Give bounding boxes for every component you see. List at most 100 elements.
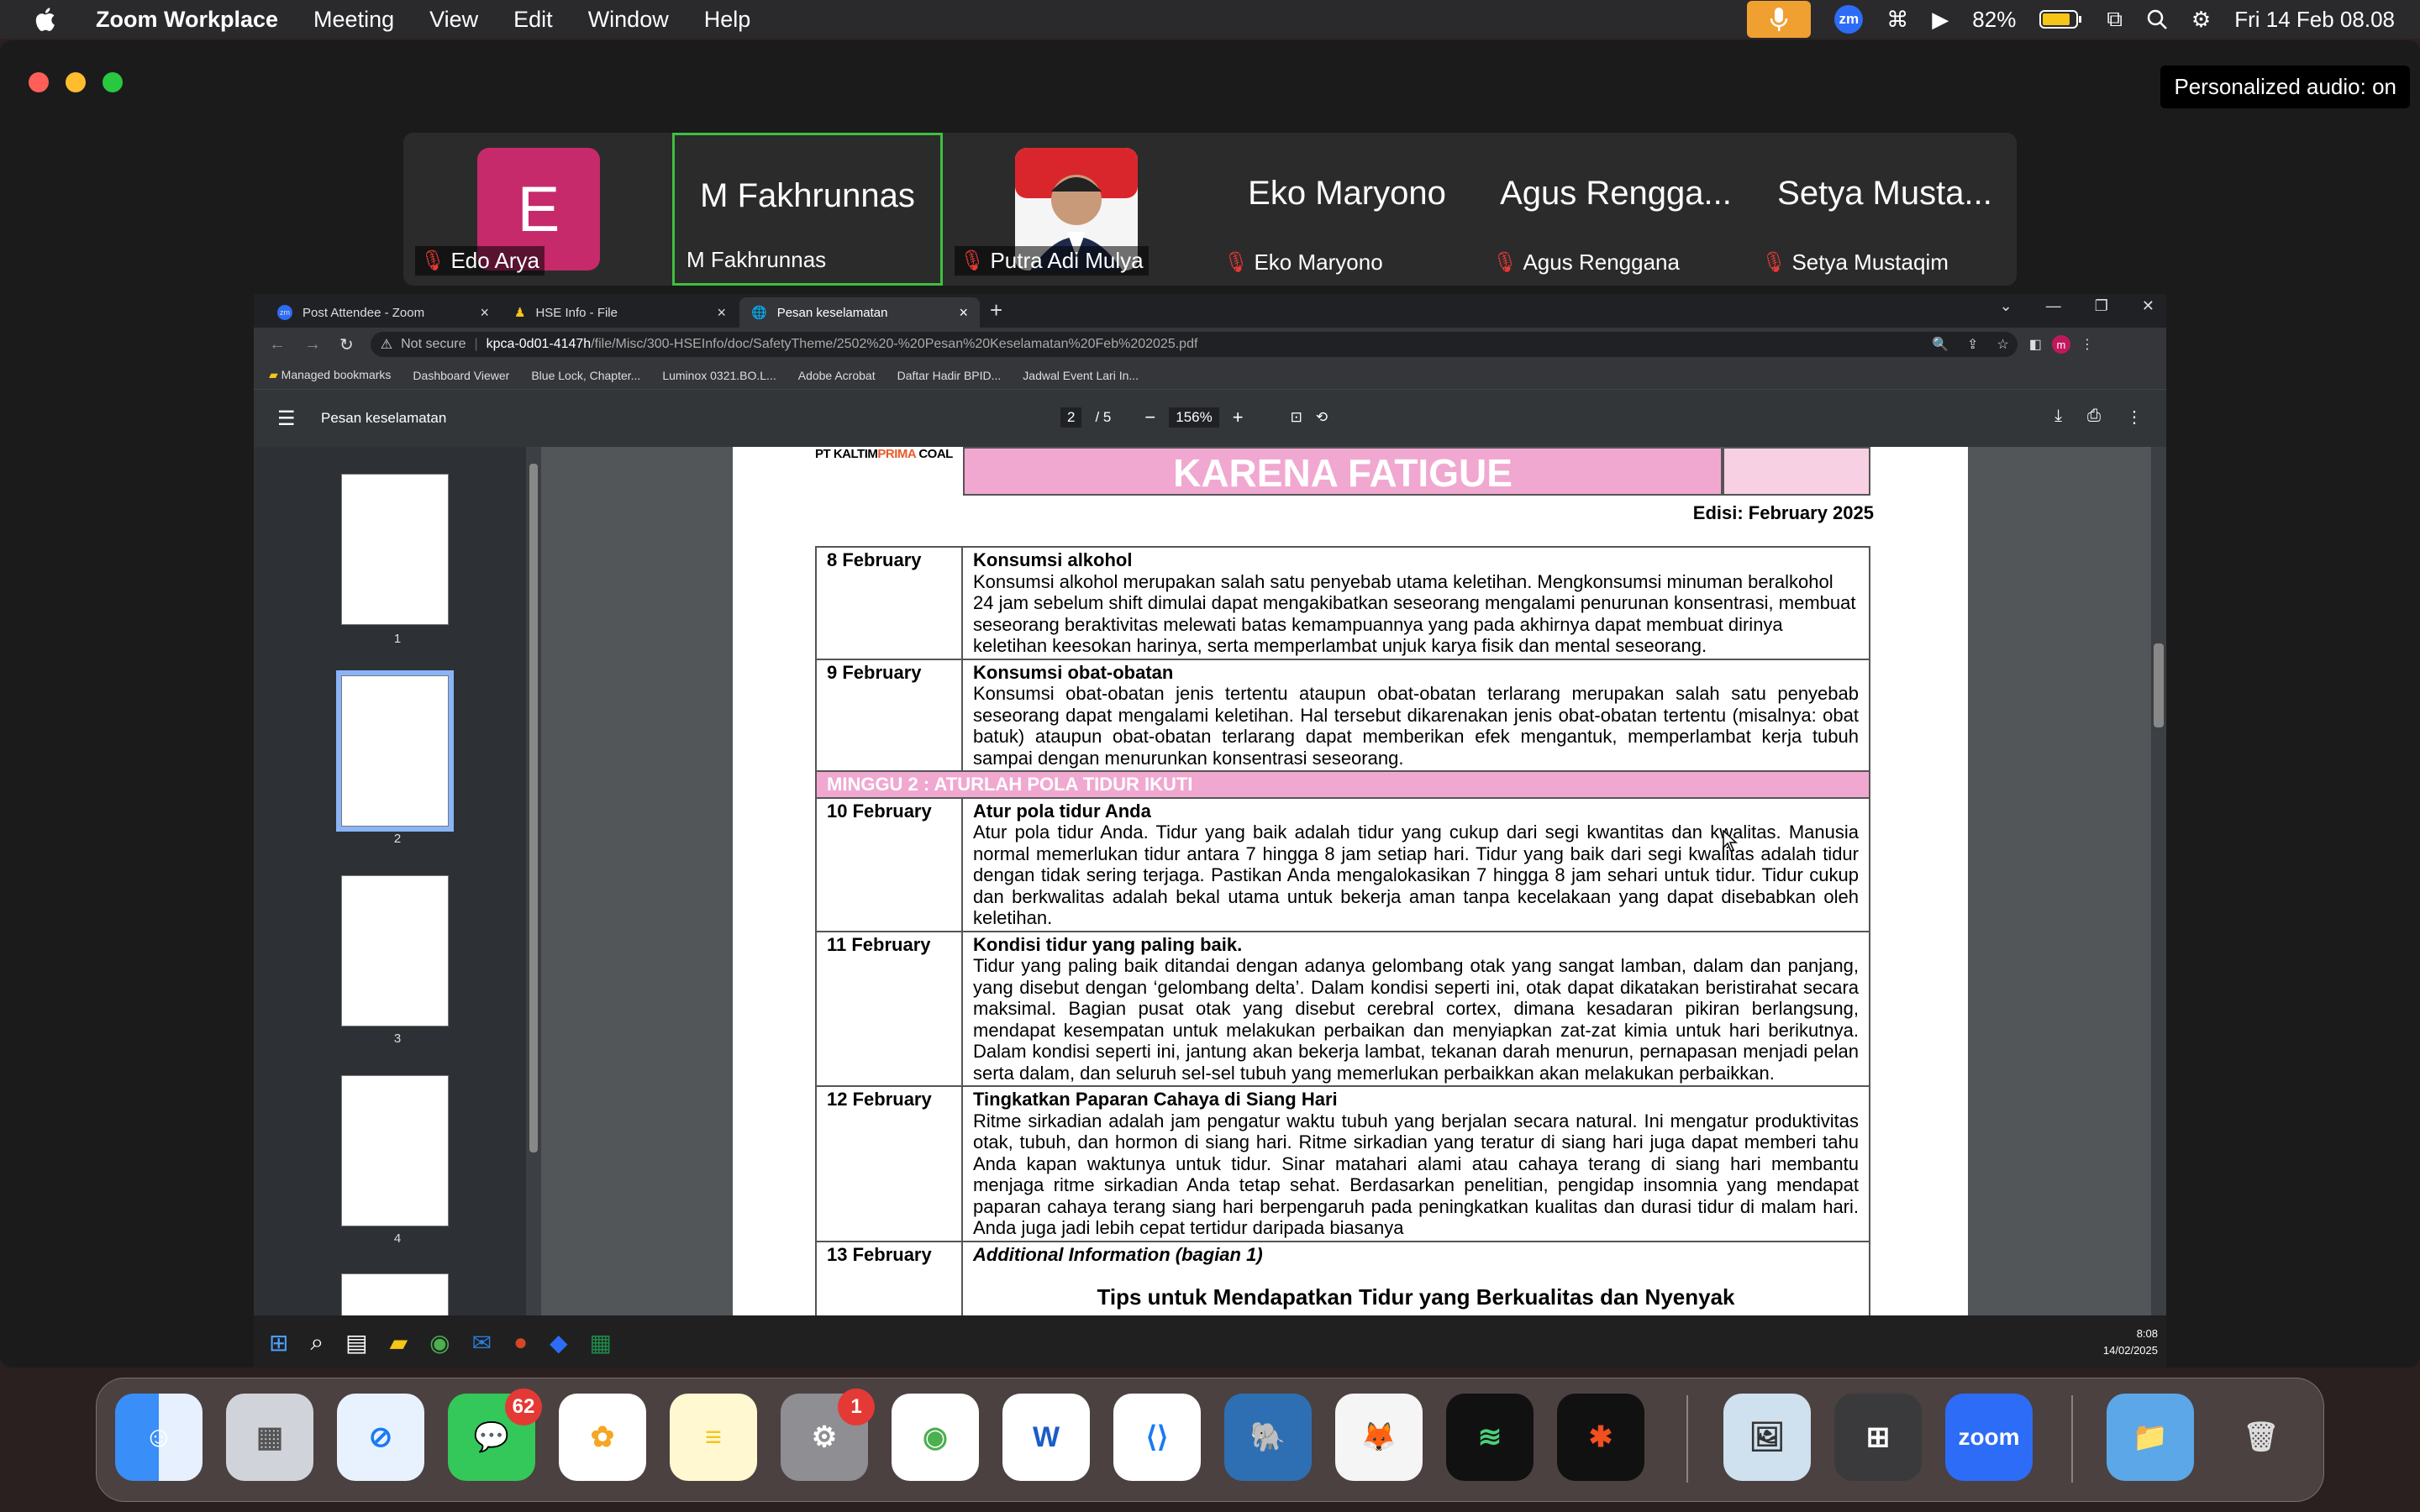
spotify-like-app-icon[interactable]: ≋ bbox=[1446, 1394, 1534, 1481]
cyberduck-icon[interactable]: 🦊 bbox=[1335, 1394, 1423, 1481]
thumbnail-label: 4 bbox=[393, 1231, 402, 1246]
system-settings-icon[interactable]: ⚙ 1 bbox=[781, 1389, 875, 1481]
chrome-icon[interactable]: ◉ bbox=[892, 1394, 979, 1481]
zoom-status-icon[interactable]: zm bbox=[1834, 5, 1864, 34]
restore-icon[interactable]: ❐ bbox=[2095, 297, 2108, 315]
omnibox[interactable]: ⚠ Not secure | kpca-0d01-4147h/file/Misc… bbox=[370, 332, 2018, 357]
bookmark-managed[interactable]: ▰ Managed bookmarks bbox=[269, 368, 391, 382]
bookmark-daftar-hadir[interactable]: Daftar Hadir BPID... bbox=[897, 369, 1002, 382]
app-taskbar-icon[interactable]: ◆ bbox=[550, 1329, 568, 1357]
participant-tile[interactable]: Eko Maryono 🎙 Eko Maryono bbox=[1212, 133, 1482, 286]
menubar-clock[interactable]: Fri 14 Feb 08.08 bbox=[2234, 7, 2395, 33]
zoom-in-icon[interactable]: + bbox=[1233, 407, 1244, 428]
close-tab-icon[interactable]: × bbox=[959, 304, 968, 322]
messages-icon[interactable]: 💬 62 bbox=[448, 1389, 542, 1481]
menu-edit[interactable]: Edit bbox=[513, 7, 553, 33]
window-maximize-button[interactable] bbox=[103, 72, 123, 92]
bookmark-star-icon[interactable]: ☆ bbox=[1996, 336, 2008, 353]
side-panel-icon[interactable]: ◧ bbox=[2029, 336, 2042, 353]
sidebar-scrollbar[interactable] bbox=[526, 447, 541, 1315]
excel-taskbar-icon[interactable]: ▦ bbox=[590, 1329, 612, 1357]
fit-page-icon[interactable]: ⊡ bbox=[1291, 409, 1302, 426]
participant-tile[interactable]: Setya Musta... 🎙 Setya Mustaqim bbox=[1749, 133, 2020, 286]
launchpad-icon[interactable]: ▦ bbox=[226, 1394, 313, 1481]
hamburger-menu-icon[interactable]: ☰ bbox=[277, 407, 296, 431]
window-minimize-button[interactable] bbox=[66, 72, 86, 92]
figma-icon[interactable]: ✱ bbox=[1557, 1394, 1644, 1481]
bookmark-dashboard-viewer[interactable]: Dashboard Viewer bbox=[413, 369, 509, 382]
battery-icon[interactable] bbox=[2039, 9, 2083, 29]
trash-icon[interactable]: 🗑 bbox=[2217, 1394, 2305, 1481]
bookmark-adobe-acrobat[interactable]: Adobe Acrobat bbox=[798, 369, 876, 382]
play-status-icon[interactable]: ▶ bbox=[1932, 7, 1949, 33]
powerpoint-taskbar-icon[interactable]: ● bbox=[513, 1329, 528, 1356]
tab-search-chevron-icon[interactable]: ⌄ bbox=[2000, 297, 2012, 315]
task-view-icon[interactable]: ▤ bbox=[345, 1329, 367, 1357]
more-options-icon[interactable]: ⋮ bbox=[2126, 407, 2143, 428]
figma-status-icon[interactable]: ⌘ bbox=[1886, 7, 1908, 33]
word-icon[interactable]: W bbox=[1002, 1394, 1090, 1481]
close-tab-icon[interactable]: × bbox=[480, 304, 489, 322]
safari-icon[interactable]: ⊘ bbox=[337, 1394, 424, 1481]
tab-pesan-keselamatan[interactable]: 🌐 Pesan keselamatan × bbox=[739, 297, 980, 328]
download-icon[interactable]: ⤓ bbox=[2054, 407, 2062, 428]
thumbnail-page-2[interactable] bbox=[336, 670, 454, 832]
new-tab-button[interactable]: + bbox=[990, 297, 1002, 323]
apple-logo-icon[interactable] bbox=[32, 5, 60, 34]
screen-mirroring-icon[interactable]: ⧉ bbox=[2107, 6, 2123, 33]
taskbar-clock[interactable]: 8:08 14/02/2025 bbox=[2103, 1326, 2158, 1359]
zoom-out-icon[interactable]: − bbox=[1144, 407, 1155, 428]
viewer-scrollbar[interactable] bbox=[2151, 447, 2166, 1315]
vscode-icon[interactable]: ⟨⟩ bbox=[1113, 1394, 1201, 1481]
reload-icon[interactable]: ↻ bbox=[339, 334, 354, 355]
tab-post-attendee-zoom[interactable]: zm Post Attendee - Zoom × bbox=[266, 297, 501, 328]
close-icon[interactable]: ✕ bbox=[2142, 297, 2154, 315]
participant-tile[interactable]: 🎙 Putra Adi Mulya bbox=[943, 133, 1213, 286]
windows-start-icon[interactable]: ⊞ bbox=[269, 1329, 288, 1357]
forward-icon[interactable]: → bbox=[304, 335, 321, 354]
page-number-input[interactable]: 2 bbox=[1060, 407, 1082, 428]
microphone-indicator[interactable] bbox=[1747, 1, 1812, 38]
chrome-menu-icon[interactable]: ⋮ bbox=[2081, 336, 2094, 353]
window-close-button[interactable] bbox=[29, 72, 49, 92]
thumbnail-page-3[interactable] bbox=[341, 875, 449, 1026]
rotate-icon[interactable]: ⟲ bbox=[1316, 409, 1328, 426]
menu-window[interactable]: Window bbox=[588, 7, 669, 33]
participant-tile-active-speaker[interactable]: M Fakhrunnas M Fakhrunnas bbox=[672, 133, 943, 286]
notes-icon[interactable]: ≡ bbox=[670, 1394, 757, 1481]
preview-icon[interactable]: 🖼 bbox=[1723, 1394, 1811, 1481]
thumbnail-page-4[interactable] bbox=[341, 1075, 449, 1226]
close-tab-icon[interactable]: × bbox=[717, 304, 726, 322]
downloads-folder-icon[interactable]: 📁 bbox=[2107, 1394, 2194, 1481]
calculator-icon[interactable]: ⊞ bbox=[1834, 1394, 1922, 1481]
tableplus-elephant-icon[interactable]: 🐘 bbox=[1224, 1394, 1312, 1481]
chrome-taskbar-icon[interactable]: ◉ bbox=[429, 1329, 450, 1357]
participant-tile[interactable]: E 🎙 Edo Arya bbox=[403, 133, 674, 286]
outlook-taskbar-icon[interactable]: ✉ bbox=[472, 1329, 492, 1357]
share-icon[interactable]: ⇪ bbox=[1967, 336, 1978, 353]
app-menu-zoom[interactable]: Zoom Workplace bbox=[96, 7, 278, 33]
profile-avatar[interactable]: m bbox=[2051, 335, 2070, 354]
finder-icon[interactable]: ☺ bbox=[115, 1394, 203, 1481]
thumbnail-page-1[interactable] bbox=[341, 474, 449, 625]
bookmark-luminox[interactable]: Luminox 0321.BO.L... bbox=[662, 369, 776, 382]
minimize-icon[interactable]: — bbox=[2046, 297, 2061, 315]
spotlight-search-icon[interactable] bbox=[2146, 8, 2168, 30]
zoom-level-input[interactable]: 156% bbox=[1169, 407, 1219, 428]
bookmark-jadwal-event[interactable]: Jadwal Event Lari In... bbox=[1023, 369, 1139, 382]
search-icon[interactable]: ⌕ bbox=[310, 1329, 324, 1357]
print-icon[interactable]: ⎙ bbox=[2087, 407, 2101, 428]
participant-tile[interactable]: Agus Rengga... 🎙 Agus Renggana bbox=[1481, 133, 1751, 286]
control-center-icon[interactable]: ⚙ bbox=[2191, 7, 2211, 33]
file-explorer-icon[interactable]: ▰ bbox=[390, 1329, 408, 1357]
zoom-icon[interactable]: zoom bbox=[1945, 1394, 2033, 1481]
thumbnail-page-5[interactable] bbox=[341, 1273, 449, 1315]
zoom-lens-icon[interactable]: 🔍 bbox=[1932, 336, 1949, 353]
menu-help[interactable]: Help bbox=[704, 7, 751, 33]
back-icon[interactable]: ← bbox=[269, 335, 286, 354]
menu-meeting[interactable]: Meeting bbox=[313, 7, 394, 33]
bookmark-blue-lock[interactable]: Blue Lock, Chapter... bbox=[531, 369, 640, 382]
tab-hse-info[interactable]: ♟ HSE Info - File × bbox=[502, 297, 738, 328]
menu-view[interactable]: View bbox=[429, 7, 478, 33]
photos-icon[interactable]: ✿ bbox=[559, 1394, 646, 1481]
